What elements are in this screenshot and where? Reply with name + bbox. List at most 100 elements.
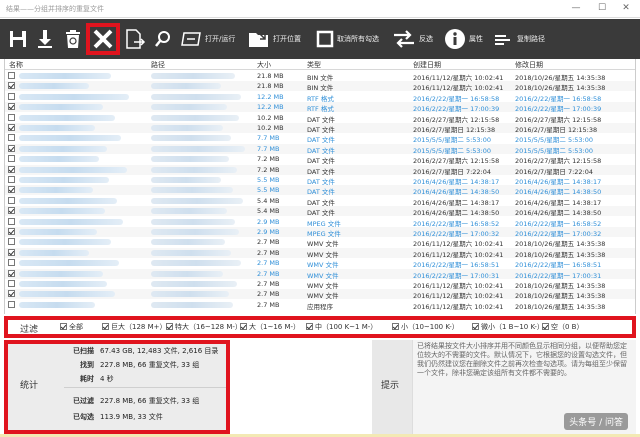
blurred-filename	[19, 166, 127, 173]
blurred-path	[151, 249, 231, 256]
close-window-button[interactable]: ✕	[614, 2, 638, 15]
row-checkbox[interactable]	[8, 280, 15, 287]
cell-modified: 2018/10/26/星期五 14:35:38	[515, 302, 606, 311]
move-button[interactable]	[124, 25, 146, 53]
properties-button[interactable]: 属性	[444, 25, 483, 53]
row-checkbox[interactable]	[8, 144, 15, 152]
blurred-path	[151, 239, 225, 246]
row-checkbox[interactable]	[8, 248, 15, 256]
table-row[interactable]: 7.2 MB DAT 文件 2016/2/7/星期日 7:22:04 2016/2/7…	[5, 164, 635, 176]
table-row[interactable]: 7.7 MB DAT 文件 2015/5/5/星期二 5:53:00 2015/5/5…	[5, 133, 635, 144]
row-checkbox[interactable]	[8, 259, 15, 267]
row-checkbox[interactable]	[8, 103, 15, 111]
open-location-button[interactable]: 打开位置	[248, 25, 301, 53]
table-row[interactable]: 5.5 MB DAT 文件 2016/4/26/星期二 14:38:17 2016/4…	[5, 175, 635, 186]
table-row[interactable]: 10.2 MB DAT 文件 2016/2/27/星期六 12:15:58 2016/…	[5, 113, 635, 124]
table-row[interactable]: 5.4 MB DAT 文件 2016/4/26/星期二 14:38:17 2016/4…	[5, 196, 635, 207]
blurred-path	[151, 93, 241, 100]
uncheck-all-label: 取消所有勾选	[337, 35, 379, 43]
table-row[interactable]: 7.2 MB DAT 文件 2016/2/27/星期六 12:15:58 2016/2…	[5, 154, 635, 165]
column-type[interactable]: 类型	[307, 60, 321, 70]
table-row[interactable]: 2.7 MB WMV 文件 2016/11/12/星期六 10:02:41 2018/…	[5, 289, 635, 300]
row-checkbox[interactable]	[8, 176, 15, 183]
table-row[interactable]: 12.2 MB RTF 格式 2016/2/22/星期一 17:00:39 2016/…	[5, 102, 635, 113]
column-created[interactable]: 创建日期	[413, 60, 441, 70]
export-button[interactable]	[36, 25, 54, 53]
blurred-filename	[19, 249, 89, 256]
table-row[interactable]: 5.5 MB DAT 文件 2016/4/26/星期二 14:38:50 2016/4…	[5, 185, 635, 196]
row-checkbox[interactable]	[8, 207, 15, 215]
blurred-path	[151, 281, 237, 287]
row-checkbox[interactable]	[8, 300, 15, 308]
rename-icon	[180, 31, 202, 47]
table-row[interactable]: 21.8 MB BIN 文件 2016/11/12/星期六 10:02:41 2018…	[5, 81, 635, 92]
uncheck-all-button[interactable]: 取消所有勾选	[316, 25, 379, 53]
row-checkbox[interactable]	[8, 165, 15, 173]
save-button[interactable]	[8, 25, 28, 53]
table-row[interactable]: 12.2 MB RTF 格式 2016/2/22/星期一 16:58:58 2016/…	[5, 92, 635, 103]
copy-path-button[interactable]: 复制路径	[494, 25, 545, 53]
blurred-filename	[19, 260, 119, 267]
results-table: 名称 路径 大小 类型 创建日期 修改日期 21.8 MB BIN 文件 2016/…	[4, 59, 636, 314]
row-checkbox[interactable]	[8, 72, 15, 79]
column-name[interactable]: 名称	[9, 60, 23, 70]
table-row[interactable]: 2.7 MB WMV 文件 2016/11/12/星期六 10:02:41 2018/…	[5, 247, 635, 259]
table-row[interactable]: 2.7 MB 应用程序 2016/11/12/星期六 10:02:41 2018/10…	[5, 300, 635, 311]
row-checkbox[interactable]	[8, 269, 15, 277]
row-checkbox[interactable]	[8, 134, 15, 142]
blurred-filename	[19, 291, 115, 298]
table-row[interactable]: 2.7 MB WMV 文件 2016/2/22/星期一 17:00:31 2016/2…	[5, 268, 635, 280]
cell-size: 21.8 MB	[257, 82, 284, 91]
table-row[interactable]: 7.7 MB DAT 文件 2015/5/5/星期二 5:53:00 2015/5/5…	[5, 143, 635, 155]
blurred-path	[151, 135, 231, 142]
table-row[interactable]: 2.7 MB WMV 文件 2016/2/22/星期一 16:58:51 2016/2…	[5, 258, 635, 269]
copy-path-label: 复制路径	[517, 35, 545, 43]
row-checkbox[interactable]	[8, 92, 15, 100]
table-row[interactable]: 2.9 MB MPEG 文件 2016/2/22/星期一 16:58:52 2016/…	[5, 217, 635, 228]
blurred-path	[151, 145, 245, 152]
blurred-filename	[19, 218, 123, 225]
folder-open-icon	[248, 30, 270, 48]
invert-button[interactable]: 反选	[392, 25, 433, 53]
open-run-button[interactable]: 打开/运行	[180, 25, 235, 53]
blurred-path	[151, 187, 233, 194]
table-row[interactable]: 2.7 MB WMV 文件 2016/11/12/星期六 10:02:41 2018/…	[5, 279, 635, 290]
tips-label: 提示	[381, 381, 400, 391]
row-checkbox[interactable]	[8, 82, 15, 90]
table-row[interactable]: 5.4 MB DAT 文件 2016/4/26/星期二 14:38:50 2016/4…	[5, 206, 635, 217]
row-checkbox[interactable]	[8, 228, 15, 235]
blurred-filename	[19, 208, 105, 215]
blurred-filename	[19, 104, 103, 111]
row-checkbox[interactable]	[8, 196, 15, 204]
row-checkbox[interactable]	[8, 124, 15, 131]
table-row[interactable]: 21.8 MB BIN 文件 2016/11/12/星期六 10:02:41 2018…	[5, 71, 635, 82]
row-checkbox[interactable]	[8, 290, 15, 298]
stats-panel: 统计 已扫描 67.43 GB, 12,483 文件, 2,616 目录 找到 22…	[4, 340, 230, 434]
blurred-path	[151, 125, 223, 131]
row-checkbox[interactable]	[8, 113, 15, 121]
blurred-filename	[19, 281, 107, 287]
column-modified[interactable]: 修改日期	[515, 60, 543, 70]
table-row[interactable]: 2.9 MB MPEG 文件 2016/2/22/星期一 17:00:32 2016/…	[5, 227, 635, 238]
blurred-filename	[19, 177, 109, 183]
cell-created: 2016/11/12/星期六 10:02:41	[413, 302, 504, 311]
table-row[interactable]: 10.2 MB DAT 文件 2016/2/7/星期日 12:15:38 2016/2…	[5, 123, 635, 134]
row-checkbox[interactable]	[8, 217, 15, 225]
cell-size: 21.8 MB	[257, 72, 284, 80]
blurred-path	[151, 177, 221, 183]
table-row[interactable]: 2.7 MB WMV 文件 2016/11/12/星期六 10:02:41 2018/…	[5, 237, 635, 248]
cell-size: 7.2 MB	[257, 165, 280, 174]
search-button[interactable]	[154, 25, 172, 53]
maximize-button[interactable]: ☐	[590, 2, 614, 15]
recycle-button[interactable]	[64, 25, 82, 53]
save-icon	[8, 29, 28, 49]
column-size[interactable]: 大小	[257, 60, 271, 70]
column-path[interactable]: 路径	[151, 60, 165, 70]
row-checkbox[interactable]	[8, 238, 15, 246]
row-checkbox[interactable]	[8, 155, 15, 163]
cell-size: 2.7 MB	[257, 238, 280, 247]
row-checkbox[interactable]	[8, 186, 15, 194]
minimize-button[interactable]: —	[564, 2, 588, 15]
blurred-path	[151, 260, 241, 267]
stats-highlight	[4, 340, 230, 434]
